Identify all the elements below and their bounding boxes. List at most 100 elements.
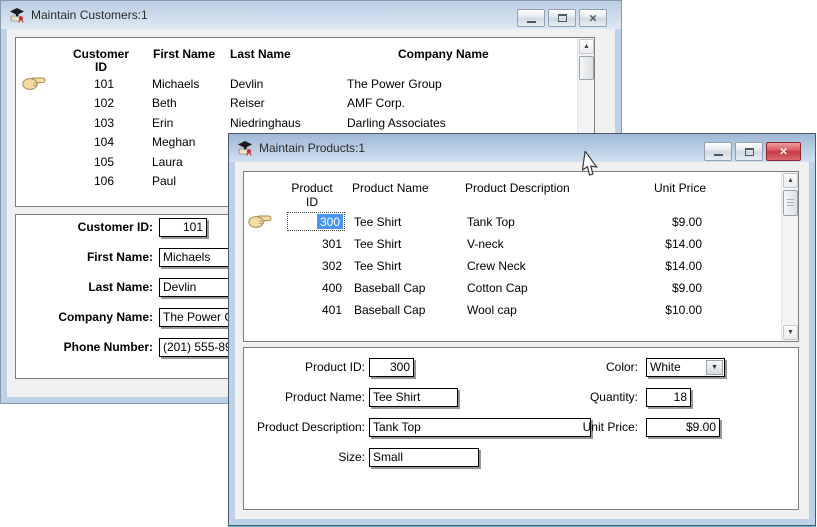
cell-first-name: Michaels [152,77,199,92]
restore-icon [558,14,567,22]
cell-customer-id: 101 [54,77,114,92]
selected-cell-value: 300 [317,214,343,229]
minimize-icon [714,147,723,156]
size-label: Size: [244,448,365,467]
cell-product-name: Baseball Cap [354,281,425,296]
products-window: Maintain Products:1 × Product ID Product… [228,133,816,526]
cell-customer-id: 104 [54,135,114,150]
cell-product-name: Tee Shirt [354,215,401,230]
customers-titlebar[interactable]: Maintain Customers:1 × [1,1,621,29]
quantity-field[interactable]: 18 [646,388,691,407]
cell-product-name: Baseball Cap [354,303,425,318]
cell-customer-id: 103 [54,116,114,131]
product-id-field[interactable]: 300 [369,358,414,377]
products-titlebar[interactable]: Maintain Products:1 × [229,134,815,162]
cell-product-description: Wool cap [467,303,517,318]
selected-cell-product-id[interactable]: 300 [287,212,345,231]
products-client-area: Product ID Product Name Product Descript… [235,162,809,519]
dropdown-arrow-icon[interactable]: ▼ [706,360,723,375]
customers-minimize-button[interactable] [517,9,545,27]
column-header-customer-id-line2: ID [56,60,146,75]
cell-company-name: Darling Associates [347,116,446,131]
scrollbar-thumb[interactable] [783,190,798,216]
column-header-product-id: Product [272,181,352,196]
column-header-product-id-line2: ID [272,195,352,210]
restore-icon [745,148,754,156]
graduation-cap-icon [237,140,253,156]
cell-unit-price: $14.00 [612,237,702,252]
cell-product-id: 302 [287,259,342,274]
cell-unit-price: $9.00 [612,281,702,296]
cell-product-name: Tee Shirt [354,259,401,274]
cell-company-name: The Power Group [347,77,442,92]
column-header-unit-price: Unit Price [654,181,706,196]
cell-first-name: Laura [152,155,183,170]
cell-product-id: 400 [287,281,342,296]
products-vertical-scrollbar[interactable]: ▲ ▼ [781,172,799,341]
minimize-icon [527,14,536,23]
mouse-cursor [582,151,600,178]
column-header-first-name: First Name [153,47,215,62]
customers-window-title: Maintain Customers:1 [31,8,148,22]
product-name-label: Product Name: [244,388,365,407]
cell-product-description: Tank Top [467,215,515,230]
cell-product-id: 301 [287,237,342,252]
cell-company-name: AMF Corp. [347,96,405,111]
cell-first-name: Erin [152,116,173,131]
cell-first-name: Paul [152,174,176,189]
size-field[interactable]: Small [369,448,479,467]
cell-product-id: 401 [287,303,342,318]
scrollbar-thumb[interactable] [579,56,594,80]
company-name-label: Company Name: [16,308,153,327]
customers-close-button[interactable]: × [579,9,607,27]
products-window-title: Maintain Products:1 [259,141,365,155]
graduation-cap-icon [9,7,25,23]
cell-product-description: Cotton Cap [467,281,528,296]
first-name-label: First Name: [16,248,153,267]
column-header-last-name: Last Name [230,47,291,62]
product-description-label: Product Description: [244,418,365,437]
phone-number-label: Phone Number: [16,338,153,357]
customers-restore-button[interactable] [548,9,576,27]
cell-product-description: V-neck [467,237,504,252]
products-close-button[interactable]: × [766,142,801,161]
cell-last-name: Reiser [230,96,265,111]
color-label: Color: [497,358,638,377]
desktop: Maintain Customers:1 × Customer ID First… [0,0,817,527]
unit-price-field[interactable]: $9.00 [646,418,720,437]
quantity-label: Quantity: [497,388,638,407]
cell-product-name: Tee Shirt [354,237,401,252]
product-id-label: Product ID: [244,358,365,377]
products-form-panel: Product ID: 300 Color: White ▼ Product N… [243,347,799,510]
cell-unit-price: $14.00 [612,259,702,274]
color-dropdown-value: White [650,360,681,374]
cell-product-description: Crew Neck [467,259,526,274]
scroll-up-arrow-icon[interactable]: ▲ [579,39,594,54]
cell-first-name: Beth [152,96,177,111]
customer-id-field[interactable]: 101 [159,218,207,237]
column-header-company-name: Company Name [398,47,489,62]
scroll-down-arrow-icon[interactable]: ▼ [783,325,798,340]
color-dropdown[interactable]: White ▼ [646,358,725,377]
last-name-label: Last Name: [16,278,153,297]
customer-id-label: Customer ID: [16,218,153,237]
cell-last-name: Devlin [230,77,263,92]
current-row-pointing-hand-icon [22,75,46,91]
close-icon: × [589,11,597,24]
products-restore-button[interactable] [735,142,763,161]
cell-customer-id: 102 [54,96,114,111]
cell-first-name: Meghan [152,135,195,150]
unit-price-label: Unit Price: [497,418,638,437]
cell-customer-id: 105 [54,155,114,170]
current-row-pointing-hand-icon [248,213,272,229]
customers-caption-buttons: × [517,9,607,27]
cell-unit-price: $10.00 [612,303,702,318]
scroll-up-arrow-icon[interactable]: ▲ [783,173,798,188]
cell-last-name: Niedringhaus [230,116,301,131]
products-grid-panel: Product ID Product Name Product Descript… [243,171,799,342]
product-name-field[interactable]: Tee Shirt [369,388,458,407]
cell-unit-price: $9.00 [612,215,702,230]
products-minimize-button[interactable] [704,142,732,161]
products-caption-buttons: × [704,142,801,161]
close-icon: × [780,145,788,158]
